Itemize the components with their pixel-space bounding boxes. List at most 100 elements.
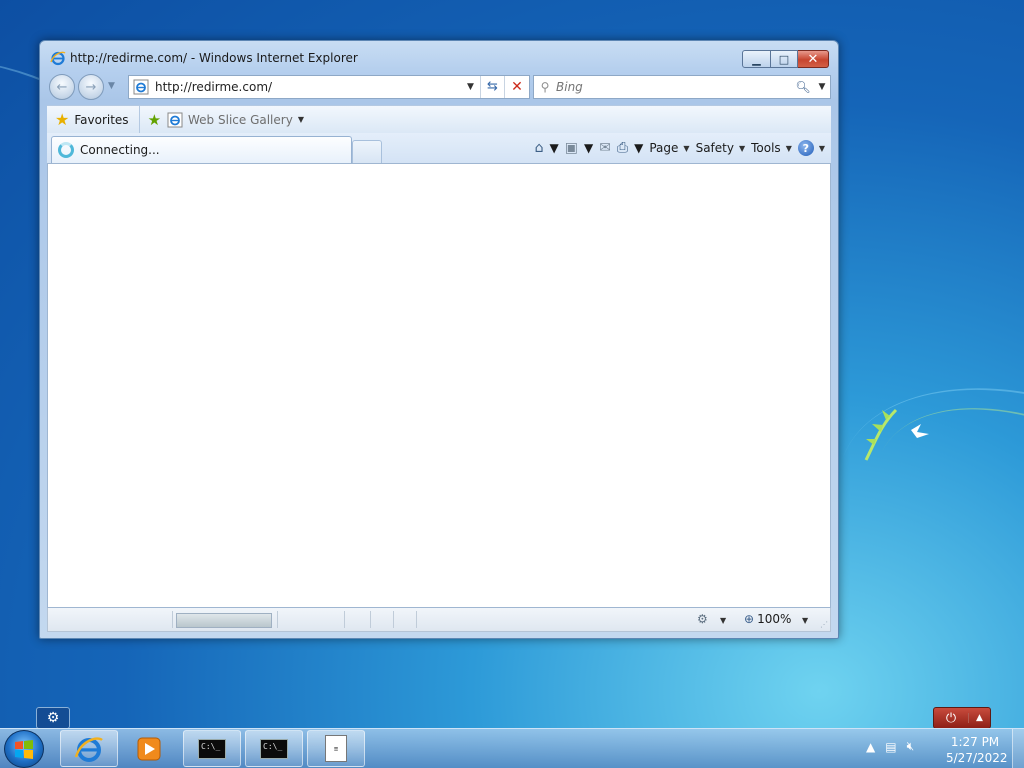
- chevron-down-icon: ▼: [297, 115, 304, 124]
- close-button[interactable]: ✕: [798, 50, 829, 68]
- maximize-icon: □: [778, 52, 790, 66]
- clock-time: 1:27 PM: [950, 735, 1000, 749]
- status-divider: [277, 611, 278, 628]
- power-icon[interactable]: ⏻: [934, 711, 968, 726]
- status-divider: [393, 611, 394, 628]
- web-slice-gallery-label: Web Slice Gallery: [188, 112, 293, 127]
- tab-connecting[interactable]: Connecting...: [51, 136, 352, 163]
- network-icon[interactable]: ▤: [885, 740, 896, 754]
- feeds-dropdown-icon[interactable]: ▼: [584, 141, 593, 155]
- help-menu[interactable]: ? ▼: [797, 140, 825, 156]
- taskbar-windows-media-player[interactable]: [120, 730, 178, 767]
- forward-button[interactable]: →: [78, 74, 104, 100]
- stop-icon[interactable]: ✕: [505, 76, 529, 98]
- search-icon[interactable]: 🔍︎: [792, 80, 814, 94]
- address-input[interactable]: http://redirme.com/: [155, 80, 461, 94]
- taskbar-internet-explorer[interactable]: [60, 730, 118, 767]
- print-dropdown-icon[interactable]: ▼: [634, 141, 643, 155]
- loading-spinner-icon: [58, 142, 74, 158]
- window-title: http://redirme.com/ - Windows Internet E…: [70, 51, 358, 65]
- minimize-button[interactable]: ▁: [742, 50, 771, 68]
- status-bar: ⚙ ▼ ⊕ 100% ▼ ⋰: [47, 608, 831, 632]
- ie-icon: [50, 51, 66, 66]
- status-divider: [344, 611, 345, 628]
- minimize-icon: ▁: [752, 52, 761, 66]
- tab-command-row: Connecting... ⌂ ▼ ▣ ▼ ✉ ⎙ ▼ Page ▼ Safet…: [47, 133, 831, 163]
- page-menu-label: Page: [649, 141, 679, 155]
- star-icon: ★: [55, 109, 70, 129]
- chevron-up-icon[interactable]: ▲: [968, 713, 990, 723]
- gadget-icon: ⚙: [46, 710, 60, 726]
- ie-window: http://redirme.com/ - Windows Internet E…: [39, 40, 839, 639]
- system-clock[interactable]: 1:27 PM 5/27/2022: [946, 734, 1008, 766]
- status-divider: [370, 611, 371, 628]
- back-arrow-icon: ←: [56, 79, 68, 95]
- title-bar[interactable]: http://redirme.com/ - Windows Internet E…: [40, 41, 838, 71]
- ie-page-icon: [167, 112, 183, 127]
- status-divider: [172, 611, 173, 628]
- print-icon: ⎙: [616, 140, 629, 156]
- add-to-favorites-bar-icon[interactable]: ★: [148, 111, 161, 129]
- zoom-button[interactable]: ⊕ 100%: [744, 612, 791, 626]
- ie-page-icon: [133, 79, 149, 95]
- back-button[interactable]: ←: [49, 74, 75, 100]
- clock-date: 5/27/2022: [946, 751, 1008, 765]
- magnifier-icon: ⊕: [744, 612, 755, 626]
- mail-button[interactable]: ✉: [599, 140, 611, 156]
- show-desktop-button[interactable]: [1012, 729, 1024, 768]
- progress-fill: [177, 614, 271, 627]
- gadget-button[interactable]: ⚙: [36, 707, 70, 729]
- new-tab-button[interactable]: [352, 140, 382, 163]
- taskbar-command-prompt[interactable]: C:\_: [183, 730, 241, 767]
- refresh-icon[interactable]: ⇆: [481, 76, 505, 98]
- navigation-bar: ← → ▼ http://redirme.com/ ▼ ⇆ ✕ ⚲ 🔍︎ ▼: [40, 72, 838, 135]
- chevron-down-icon: ▼: [785, 143, 792, 153]
- home-button[interactable]: ⌂: [535, 140, 544, 156]
- home-icon: ⌂: [534, 140, 544, 156]
- notification-area: ▲ ▤ 🔇︎: [866, 739, 924, 754]
- search-input[interactable]: [556, 80, 792, 94]
- zoom-dropdown-icon[interactable]: ▼: [802, 616, 808, 625]
- ie-icon: [74, 736, 103, 762]
- rss-icon: ▣: [564, 140, 578, 156]
- search-options-dropdown-icon[interactable]: ▼: [814, 82, 830, 92]
- chevron-down-icon: ▼: [818, 143, 825, 153]
- show-hidden-icons-icon[interactable]: ▲: [866, 740, 875, 754]
- close-icon: ✕: [807, 51, 819, 67]
- safety-menu-label: Safety: [695, 141, 734, 155]
- command-bar: ⌂ ▼ ▣ ▼ ✉ ⎙ ▼ Page ▼ Safety ▼ Tools ▼ ? …: [529, 138, 825, 158]
- document-icon: ≡: [325, 735, 347, 762]
- tools-menu[interactable]: Tools ▼: [751, 141, 792, 155]
- address-bar[interactable]: http://redirme.com/ ▼ ⇆ ✕: [128, 75, 530, 99]
- window-controls: ▁ □ ✕: [742, 50, 829, 68]
- chevron-down-icon: ▼: [683, 143, 690, 153]
- web-slice-gallery-button[interactable]: Web Slice Gallery ▼: [167, 112, 304, 128]
- print-button[interactable]: ⎙: [617, 140, 628, 156]
- page-menu[interactable]: Page ▼: [649, 141, 689, 155]
- favorites-button[interactable]: ★ Favorites: [47, 106, 140, 133]
- safety-menu[interactable]: Safety ▼: [696, 141, 746, 155]
- feeds-button[interactable]: ▣: [565, 140, 578, 156]
- tools-menu-label: Tools: [751, 141, 781, 155]
- protected-mode-icon[interactable]: ⚙: [697, 612, 708, 626]
- volume-muted-icon[interactable]: 🔇︎: [907, 739, 915, 754]
- home-dropdown-icon[interactable]: ▼: [549, 141, 558, 155]
- recent-pages-dropdown[interactable]: ▼: [108, 81, 115, 91]
- taskbar: C:\_ C:\_ ≡ ▲ ▤ 🔇︎ 1:27 PM 5/27/2022: [0, 728, 1024, 768]
- protected-mode-dropdown-icon[interactable]: ▼: [720, 616, 726, 625]
- search-box[interactable]: ⚲ 🔍︎ ▼: [533, 75, 831, 99]
- command-prompt-icon: C:\_: [260, 738, 288, 759]
- tab-label: Connecting...: [80, 143, 160, 157]
- start-button[interactable]: [4, 730, 44, 768]
- resize-grip-icon[interactable]: ⋰: [820, 620, 828, 629]
- windows-logo-icon: [15, 740, 33, 759]
- address-dropdown-icon[interactable]: ▼: [461, 76, 481, 98]
- loading-progress-bar: [176, 613, 272, 628]
- taskbar-notepad-document[interactable]: ≡: [307, 730, 365, 767]
- status-divider: [416, 611, 417, 628]
- media-player-icon: [137, 737, 161, 760]
- page-content-area[interactable]: [47, 163, 831, 608]
- favorites-label: Favorites: [74, 112, 129, 127]
- taskbar-command-prompt[interactable]: C:\_: [245, 730, 303, 767]
- maximize-button[interactable]: □: [771, 50, 798, 68]
